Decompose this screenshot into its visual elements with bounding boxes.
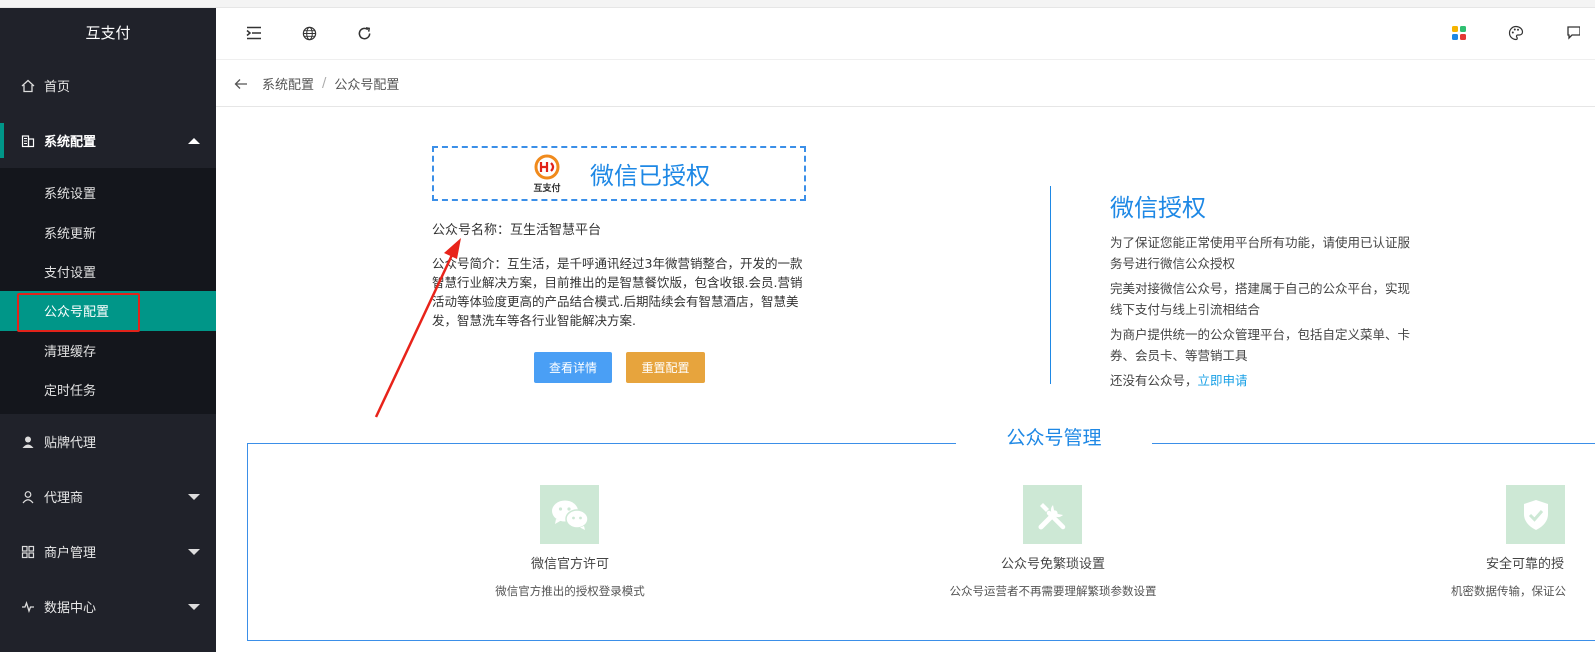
sidebar-subitem-system-settings[interactable]: 系统设置 (0, 173, 216, 212)
info-line: 完美对接微信公众号，搭建属于自己的公众平台，实现线下支付与线上引流相结合 (1110, 281, 1411, 317)
chevron-down-icon (188, 548, 200, 555)
sidebar-subitem-payment-settings[interactable]: 支付设置 (0, 252, 216, 291)
view-details-button[interactable]: 查看详情 (534, 352, 612, 383)
chevron-down-icon (188, 493, 200, 500)
pulse-icon (20, 599, 36, 615)
feature-desc: 机密数据传输，保证公 (1451, 584, 1566, 598)
feature-title: 安全可靠的授 (1486, 557, 1565, 572)
wechat-auth-title: 微信授权 (1110, 194, 1206, 222)
feature-desc: 公众号运营者不再需要理解繁琐参数设置 (949, 584, 1157, 598)
sidebar-item-home[interactable]: 首页 (0, 58, 216, 113)
chevron-up-icon (188, 137, 200, 144)
menu-fold-icon[interactable] (243, 22, 265, 44)
sidebar-item-agent[interactable]: 代理商 (0, 469, 216, 524)
sidebar-item-system[interactable]: 系统配置 (0, 113, 216, 168)
brand-logo: 互支付 (528, 154, 566, 194)
info-prefix: 还没有公众号， (1110, 373, 1198, 388)
info-line: 为商户提供统一的公众管理平台，包括自定义菜单、卡券、会员卡、等营销工具 (1110, 327, 1411, 363)
wechat-auth-info: 为了保证您能正常使用平台所有功能，请使用已认证服务号进行微信公众授权 完美对接微… (1110, 232, 1410, 395)
sidebar-item-label: 数据中心 (44, 601, 97, 617)
sidebar-item-data-center[interactable]: 数据中心 (0, 579, 216, 634)
wechat-icon (540, 485, 599, 544)
sidebar-subnav: 系统设置 系统更新 支付设置 公众号配置 清理缓存 定时任务 (0, 168, 216, 415)
auth-status-box: 互支付 微信已授权 (432, 146, 806, 201)
auth-status-title: 微信已授权 (590, 162, 710, 190)
highlight-box (17, 293, 140, 333)
breadcrumb-separator: / (322, 76, 327, 91)
sidebar-subitem-system-update[interactable]: 系统更新 (0, 212, 216, 251)
sidebar-subitem-clear-cache[interactable]: 清理缓存 (0, 331, 216, 370)
sidebar-subitem-scheduled-tasks[interactable]: 定时任务 (0, 370, 216, 409)
sidebar-item-oem[interactable]: 贴牌代理 (0, 414, 216, 469)
globe-icon[interactable] (298, 22, 320, 44)
logo-text: 互支付 (533, 183, 561, 194)
info-line: 还没有公众号，立即申请 (1110, 370, 1410, 391)
user-icon (20, 434, 36, 450)
sidebar: 互支付 首页 系统配置 系统设置 系统更新 支付设置 公众号配置 清理缓存 定时… (0, 8, 216, 652)
apps-icon[interactable] (1448, 22, 1470, 44)
sidebar-item-label: 首页 (44, 80, 71, 95)
breadcrumb-parent[interactable]: 系统配置 (262, 74, 314, 93)
sidebar-subitem-official-account[interactable]: 公众号配置 (0, 291, 216, 333)
sidebar-item-label: 代理商 (44, 491, 84, 507)
chevron-down-icon (188, 603, 200, 610)
browser-top-strip (0, 0, 1595, 8)
management-title: 公众号管理 (956, 424, 1152, 452)
feature-title: 微信官方许可 (530, 557, 609, 572)
breadcrumb: 系统配置 / 公众号配置 (216, 61, 1595, 107)
top-header (216, 8, 1595, 60)
feature-title: 公众号免繁琐设置 (1000, 557, 1105, 572)
breadcrumb-current: 公众号配置 (334, 78, 400, 93)
refresh-icon[interactable] (353, 22, 375, 44)
reset-config-button[interactable]: 重置配置 (626, 352, 705, 383)
sidebar-item-merchant[interactable]: 商户管理 (0, 524, 216, 579)
sidebar-item-label: 商户管理 (44, 546, 97, 562)
shield-check-icon (1506, 485, 1565, 544)
sidebar-item-label: 系统配置 (44, 135, 97, 150)
tools-icon (1023, 485, 1082, 544)
palette-icon[interactable] (1505, 22, 1527, 44)
info-line: 为了保证您能正常使用平台所有功能，请使用已认证服务号进行微信公众授权 (1110, 235, 1411, 271)
person-outline-icon (20, 489, 36, 505)
apply-now-link[interactable]: 立即申请 (1198, 373, 1248, 388)
main-content: 互支付 微信已授权 公众号名称：互生活智慧平台 公众号简介：互生活，是千呼通讯经… (216, 108, 1595, 652)
vertical-divider (1050, 186, 1051, 384)
management-panel (247, 443, 1595, 641)
building-icon (20, 133, 36, 149)
brand-logo-icon (534, 154, 560, 179)
account-name: 公众号名称：互生活智慧平台 (432, 223, 602, 238)
home-icon (20, 78, 36, 94)
brand-title: 互支付 (85, 24, 131, 42)
feature-desc: 微信官方推出的授权登录模式 (495, 584, 645, 598)
account-description: 公众号简介：互生活，是千呼通讯经过3年微营销整合，开发的一款智慧行业解决方案，目… (432, 256, 803, 328)
chat-icon[interactable] (1562, 22, 1584, 44)
back-arrow-icon[interactable] (232, 75, 250, 93)
grid-icon (20, 544, 36, 560)
sidebar-item-label: 贴牌代理 (44, 436, 97, 452)
